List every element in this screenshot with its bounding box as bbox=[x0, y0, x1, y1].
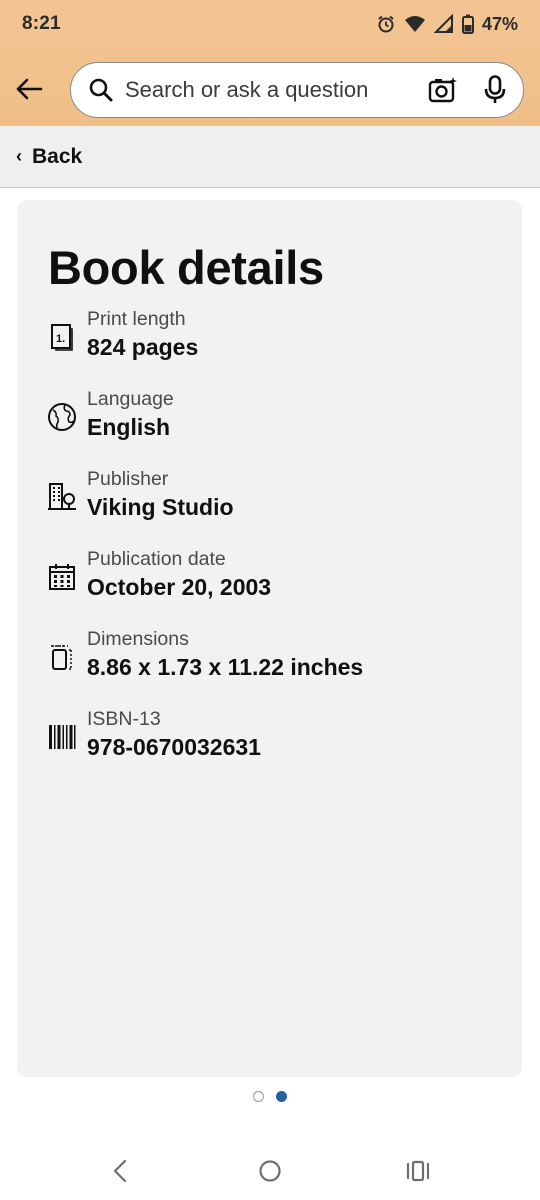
detail-publisher: Publisher Viking Studio bbox=[47, 468, 507, 528]
status-icons: 47% bbox=[376, 14, 518, 35]
nav-back-icon[interactable] bbox=[100, 1156, 140, 1186]
detail-label: Publisher bbox=[87, 468, 169, 490]
detail-value: October 20, 2003 bbox=[87, 574, 272, 600]
battery-icon bbox=[461, 14, 474, 34]
barcode-icon bbox=[47, 722, 77, 752]
alarm-icon bbox=[376, 14, 396, 34]
back-link[interactable]: ‹ Back bbox=[0, 126, 540, 188]
detail-language: Language English bbox=[47, 388, 507, 448]
globe-icon bbox=[47, 402, 77, 432]
calendar-icon bbox=[47, 562, 77, 592]
status-time: 8:21 bbox=[22, 13, 61, 34]
detail-label: Publication date bbox=[87, 548, 226, 570]
detail-dimensions: Dimensions 8.86 x 1.73 x 11.22 inches bbox=[47, 628, 507, 688]
svg-text:1.: 1. bbox=[56, 333, 65, 345]
system-nav-bar bbox=[0, 1140, 540, 1200]
detail-value: 824 pages bbox=[87, 334, 199, 360]
search-row: Search or ask a question bbox=[0, 62, 540, 118]
chevron-left-icon: ‹ bbox=[16, 146, 22, 166]
pager-dot-active[interactable] bbox=[276, 1091, 287, 1102]
detail-label: Print length bbox=[87, 308, 186, 330]
detail-value: Viking Studio bbox=[87, 494, 234, 520]
detail-label: Language bbox=[87, 388, 174, 410]
dimensions-icon bbox=[47, 642, 77, 672]
battery-percent: 47% bbox=[481, 13, 518, 34]
signal-icon bbox=[433, 14, 454, 34]
detail-print-length: 1. Print length 824 pages bbox=[47, 308, 507, 368]
building-icon bbox=[47, 482, 77, 512]
back-label: Back bbox=[32, 144, 83, 168]
wifi-icon bbox=[404, 14, 426, 34]
camera-search-icon[interactable] bbox=[427, 74, 459, 106]
back-arrow-icon[interactable] bbox=[12, 72, 46, 106]
book-details-card: Book details 1. Print length 824 pages L… bbox=[17, 200, 522, 1077]
carousel-pager bbox=[0, 1091, 540, 1105]
pager-dot[interactable] bbox=[253, 1091, 264, 1102]
microphone-icon[interactable] bbox=[481, 74, 509, 106]
nav-home-icon[interactable] bbox=[250, 1156, 290, 1186]
search-input[interactable]: Search or ask a question bbox=[70, 62, 524, 118]
detail-publication-date: Publication date October 20, 2003 bbox=[47, 548, 507, 608]
search-placeholder: Search or ask a question bbox=[125, 77, 369, 102]
search-icon bbox=[87, 76, 115, 104]
status-bar: 8:21 47% bbox=[0, 0, 540, 48]
detail-value: 978-0670032631 bbox=[87, 734, 261, 760]
card-title: Book details bbox=[48, 241, 324, 294]
page-count-icon: 1. bbox=[47, 322, 77, 352]
detail-label: Dimensions bbox=[87, 628, 189, 650]
detail-label: ISBN-13 bbox=[87, 708, 161, 730]
nav-recents-icon[interactable] bbox=[398, 1156, 438, 1186]
detail-value: English bbox=[87, 414, 171, 440]
detail-isbn-13: ISBN-13 978-0670032631 bbox=[47, 708, 507, 768]
detail-value: 8.86 x 1.73 x 11.22 inches bbox=[87, 654, 364, 680]
